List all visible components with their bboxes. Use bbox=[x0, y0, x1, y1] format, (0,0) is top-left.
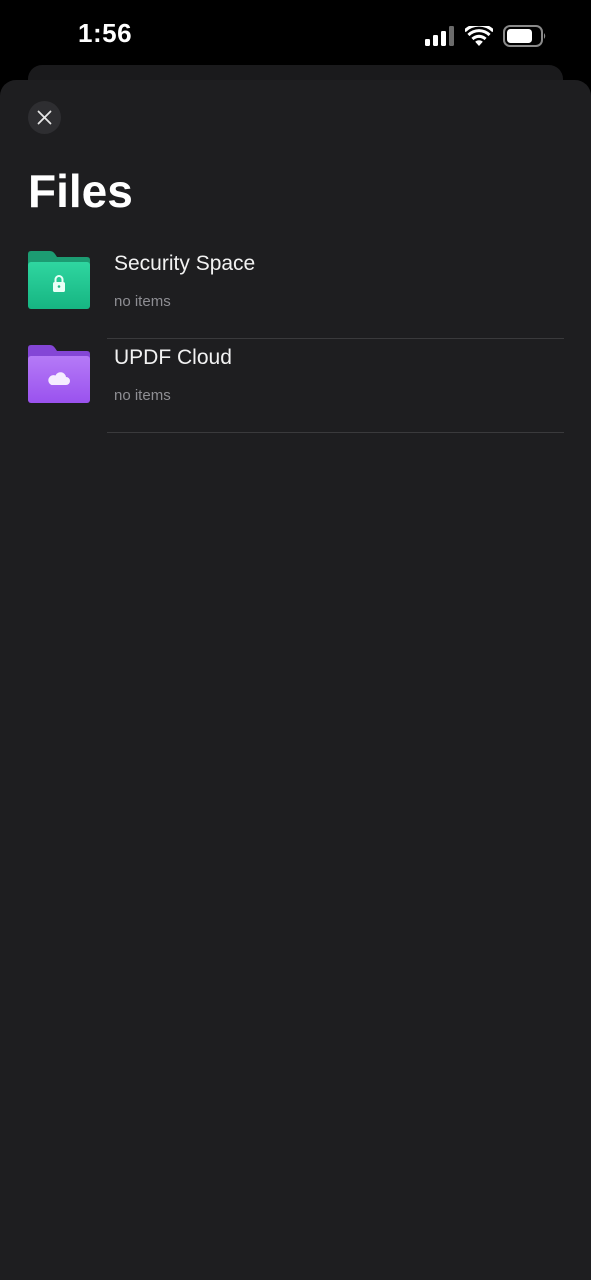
cellular-signal-icon bbox=[425, 26, 454, 46]
cloud-folder-icon bbox=[28, 345, 90, 403]
battery-icon bbox=[503, 25, 546, 47]
status-time: 1:56 bbox=[78, 18, 133, 48]
wifi-icon bbox=[465, 25, 493, 46]
list-item-subtitle: no items bbox=[114, 293, 171, 310]
files-sheet: Files Security Space no items UPDF Cloud… bbox=[0, 80, 591, 1280]
lock-folder-icon bbox=[28, 251, 90, 309]
list-item-title: Security Space bbox=[114, 252, 256, 275]
screen: 1:56 Files Security Space no items UPDF … bbox=[0, 0, 591, 1280]
files-list: Security Space no items UPDF Cloud no it… bbox=[0, 245, 591, 433]
list-item-updf-cloud[interactable]: UPDF Cloud no items bbox=[0, 339, 591, 433]
close-icon bbox=[37, 110, 52, 125]
status-icons bbox=[425, 24, 547, 48]
page-title: Files bbox=[28, 165, 133, 217]
list-item-title: UPDF Cloud bbox=[114, 346, 232, 369]
close-button[interactable] bbox=[28, 101, 61, 134]
list-item-subtitle: no items bbox=[114, 387, 171, 404]
list-item-security-space[interactable]: Security Space no items bbox=[0, 245, 591, 339]
status-bar: 1:56 bbox=[0, 0, 591, 70]
divider bbox=[107, 432, 564, 433]
